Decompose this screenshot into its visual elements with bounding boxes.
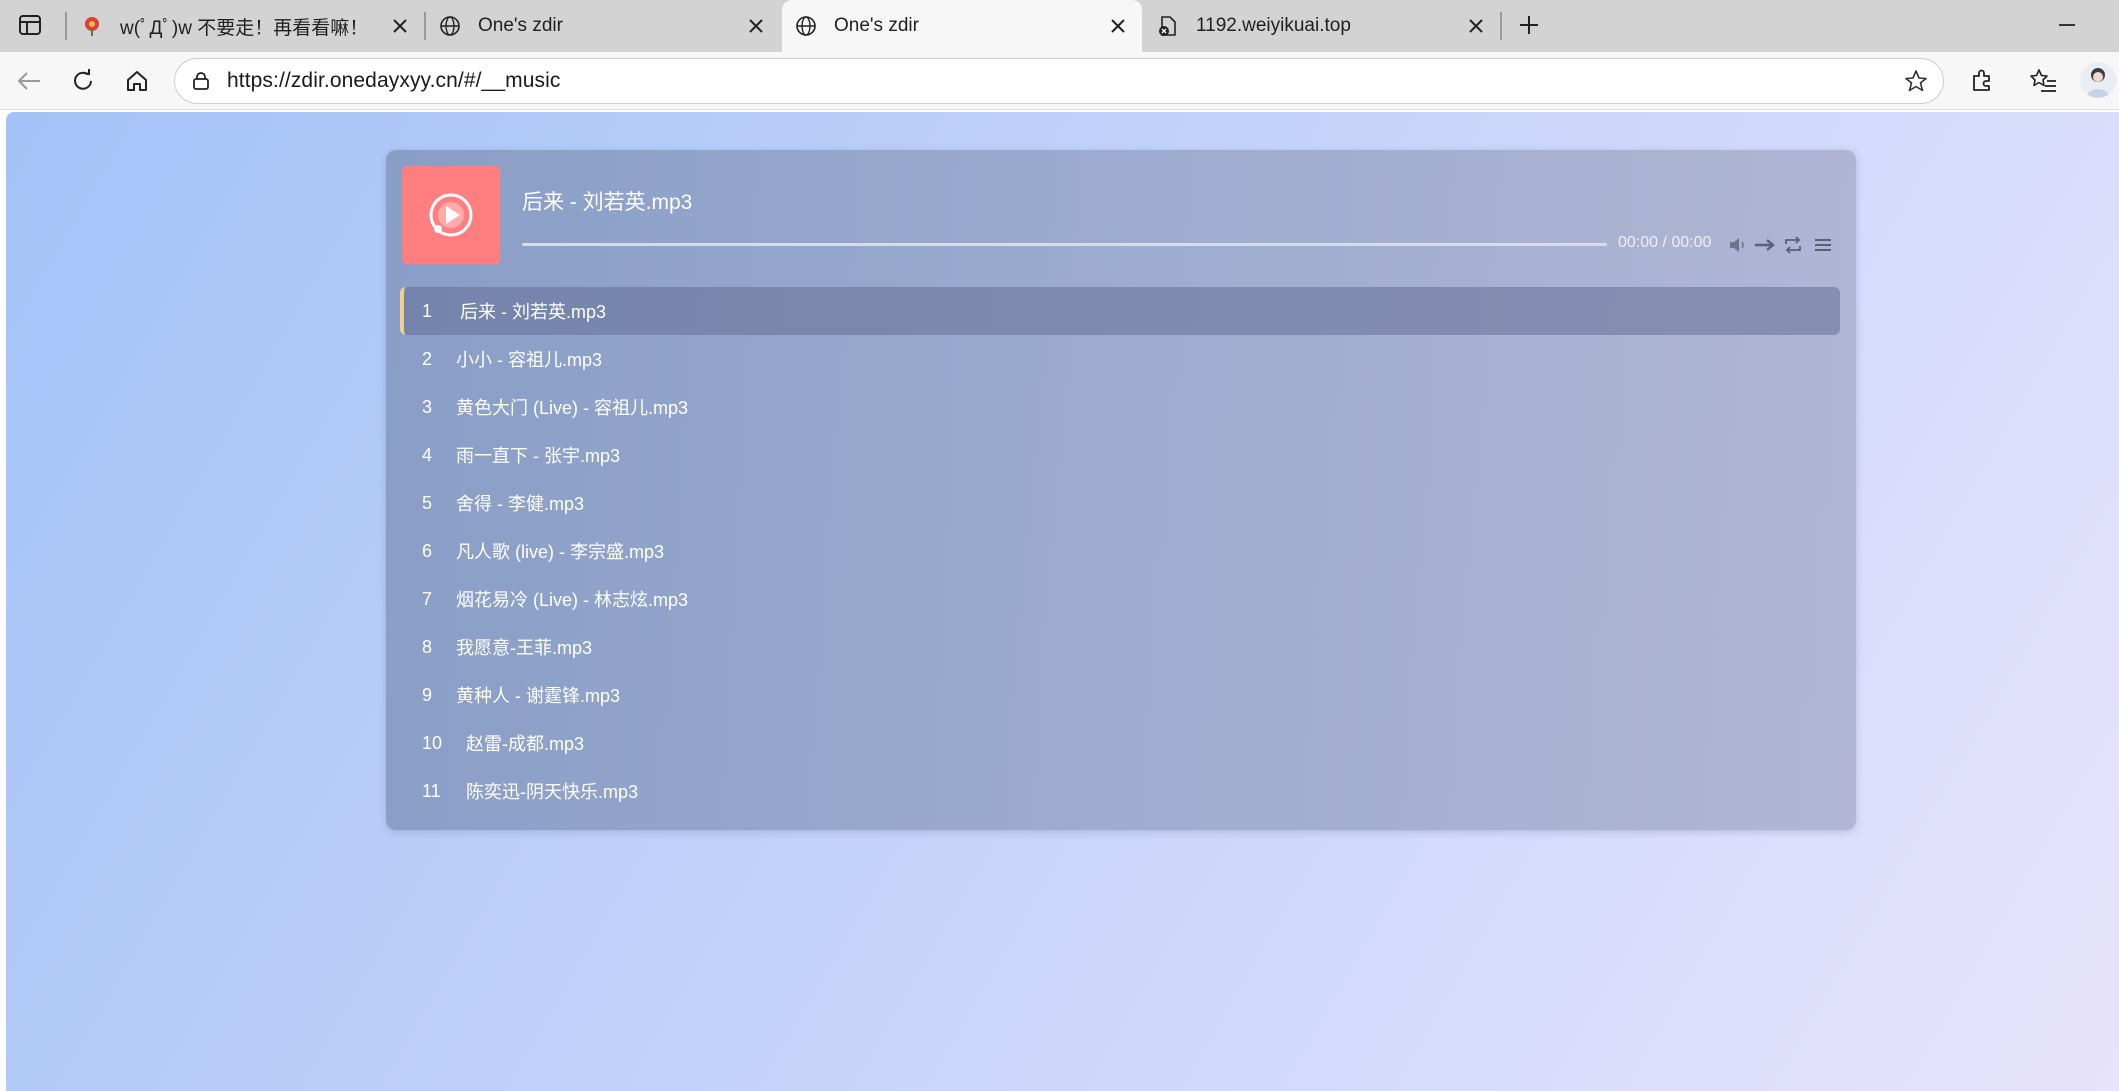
playlist-item[interactable]: 1 后来 - 刘若英.mp3 — [400, 287, 1840, 335]
tab-3-active[interactable]: One's zdir — [782, 0, 1142, 52]
time-display: 00:00 / 00:00 — [1618, 234, 1712, 251]
playlist-item[interactable]: 6 凡人歌 (live) - 李宗盛.mp3 — [400, 527, 1840, 575]
track-number: 8 — [422, 636, 433, 657]
track-title: 雨一直下 - 张宇.mp3 — [456, 446, 621, 466]
playlist-item[interactable]: 4 雨一直下 - 张宇.mp3 — [400, 431, 1840, 479]
track-title: 后来 - 刘若英.mp3 — [460, 302, 607, 322]
track-number: 2 — [422, 348, 433, 369]
loop-mode-icon[interactable] — [1781, 233, 1805, 257]
new-tab-plus-icon[interactable] — [1512, 8, 1546, 42]
track-title: 烟花易冷 (Live) - 林志炫.mp3 — [456, 590, 689, 610]
tab-title: 1192.weiyikuai.top — [1196, 15, 1351, 36]
track-number: 4 — [422, 444, 433, 465]
track-number: 6 — [422, 540, 433, 561]
playlist-menu-icon[interactable] — [1811, 233, 1835, 257]
playlist-item[interactable]: 7 烟花易冷 (Live) - 林志炫.mp3 — [400, 575, 1840, 623]
track-title: 小小 - 容祖儿.mp3 — [456, 350, 603, 370]
track-title: 赵雷-成都.mp3 — [466, 734, 585, 754]
page-background: 后来 - 刘若英.mp3 00:00 / 00:00 1 后来 - 刘若英.mp… — [6, 112, 2119, 1091]
close-tab-icon[interactable] — [742, 12, 770, 40]
tab-2[interactable]: One's zdir — [426, 0, 780, 52]
tab-title: One's zdir — [478, 15, 563, 36]
tab-title: w(ﾟДﾟ)w 不要走！再看看嘛！ — [120, 17, 369, 39]
track-title: 我愿意-王菲.mp3 — [456, 638, 593, 658]
favorites-list-icon[interactable] — [2025, 63, 2061, 99]
red-flower-favicon-icon — [80, 14, 104, 38]
playlist-item[interactable]: 2 小小 - 容祖儿.mp3 — [400, 335, 1840, 383]
tab-4[interactable]: 1192.weiyikuai.top — [1144, 0, 1500, 52]
globe-icon — [438, 14, 462, 38]
tab-actions-menu-icon[interactable] — [13, 10, 47, 40]
tab-separator — [1500, 12, 1502, 40]
url-text[interactable]: https://zdir.onedayxyy.cn/#/__music — [227, 69, 1901, 93]
playlist-item[interactable]: 8 我愿意-王菲.mp3 — [400, 623, 1840, 671]
playlist-item[interactable]: 9 黄种人 - 谢霆锋.mp3 — [400, 671, 1840, 719]
track-title: 陈奕迅-阴天快乐.mp3 — [466, 782, 639, 802]
music-player: 后来 - 刘若英.mp3 00:00 / 00:00 1 后来 - 刘若英.mp… — [386, 150, 1856, 830]
extensions-puzzle-icon[interactable] — [1964, 63, 2000, 99]
address-bar[interactable]: https://zdir.onedayxyy.cn/#/__music — [174, 58, 1944, 104]
track-title: 黄种人 - 谢霆锋.mp3 — [456, 686, 621, 706]
album-cover — [402, 166, 500, 264]
close-tab-icon[interactable] — [1462, 12, 1490, 40]
tab-1[interactable]: w(ﾟДﾟ)w 不要走！再看看嘛！ — [68, 0, 424, 52]
track-number: 5 — [422, 492, 433, 513]
browser-toolbar: https://zdir.onedayxyy.cn/#/__music — [0, 52, 2119, 110]
playlist-item[interactable]: 3 黄色大门 (Live) - 容祖儿.mp3 — [400, 383, 1840, 431]
track-title: 黄色大门 (Live) - 容祖儿.mp3 — [456, 398, 689, 418]
favorite-star-icon[interactable] — [1901, 66, 1931, 96]
music-video-icon — [429, 193, 473, 237]
playlist: 1 后来 - 刘若英.mp3 2 小小 - 容祖儿.mp3 3 黄色大门 (Li… — [400, 287, 1840, 815]
playlist-item[interactable]: 10 赵雷-成都.mp3 — [400, 719, 1840, 767]
site-info-lock-icon[interactable] — [189, 69, 213, 93]
track-number: 1 — [422, 300, 433, 321]
tab-separator — [65, 12, 67, 40]
playlist-item[interactable]: 11 陈奕迅-阴天快乐.mp3 — [400, 767, 1840, 815]
track-title: 舍得 - 李健.mp3 — [456, 494, 585, 514]
track-number: 9 — [422, 684, 433, 705]
broken-page-icon — [1156, 14, 1180, 38]
order-mode-arrow-icon[interactable] — [1753, 233, 1777, 257]
tab-strip: w(ﾟДﾟ)w 不要走！再看看嘛！ One's zdir One's zdir … — [0, 0, 2119, 52]
close-tab-icon[interactable] — [1104, 12, 1132, 40]
volume-icon[interactable] — [1726, 233, 1750, 257]
back-arrow-icon[interactable] — [11, 63, 47, 99]
minimize-window-icon[interactable] — [2050, 10, 2084, 40]
now-playing-title: 后来 - 刘若英.mp3 — [522, 191, 693, 214]
track-number: 3 — [422, 396, 433, 417]
close-tab-icon[interactable] — [386, 12, 414, 40]
track-number: 11 — [422, 780, 441, 801]
playlist-item[interactable]: 5 舍得 - 李健.mp3 — [400, 479, 1840, 527]
globe-icon — [794, 14, 818, 38]
tab-title: One's zdir — [834, 15, 919, 36]
home-icon[interactable] — [119, 63, 155, 99]
progress-bar[interactable] — [522, 243, 1607, 246]
track-number: 7 — [422, 588, 433, 609]
profile-avatar[interactable] — [2080, 62, 2116, 98]
track-number: 10 — [422, 732, 443, 753]
track-title: 凡人歌 (live) - 李宗盛.mp3 — [456, 542, 665, 562]
reload-icon[interactable] — [65, 63, 101, 99]
